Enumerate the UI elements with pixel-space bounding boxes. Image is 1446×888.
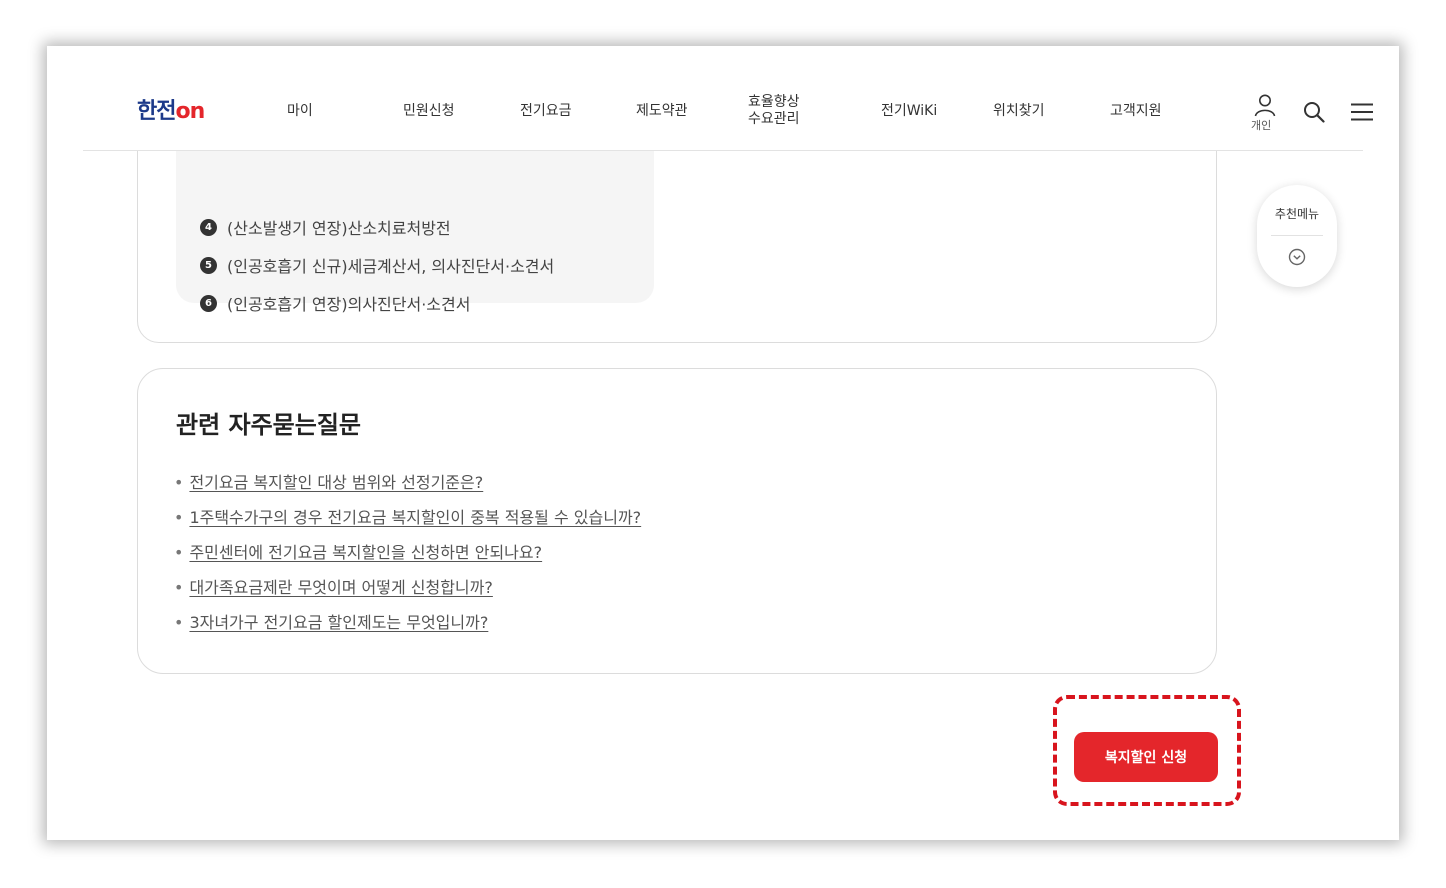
faq-item: • 1주택수가구의 경우 전기요금 복지할인이 중복 적용될 수 있습니까? (174, 504, 641, 528)
nav-item-location[interactable]: 위치찾기 (993, 103, 1045, 120)
user-icon[interactable] (1253, 93, 1277, 117)
hamburger-menu-icon[interactable] (1351, 103, 1373, 121)
nav-item-label-line1: 효율향상 (748, 94, 800, 110)
number-badge: 4 (200, 218, 217, 236)
document-text: (인공호흡기 연장)의사진단서·소견서 (227, 295, 471, 314)
bullet: • (174, 473, 184, 492)
nav-item-label-line2: 수요관리 (748, 111, 800, 127)
nav-item-terms[interactable]: 제도약관 (636, 103, 688, 120)
faq-item: • 주민센터에 전기요금 복지할인을 신청하면 안되나요? (174, 539, 542, 563)
number-badge: 6 (200, 294, 217, 312)
nav-item-support[interactable]: 고객지원 (1110, 103, 1162, 120)
search-icon[interactable] (1303, 101, 1325, 123)
nav-item-civil-request[interactable]: 민원신청 (403, 103, 455, 120)
faq-link[interactable]: 3자녀가구 전기요금 할인제도는 무엇입니까? (189, 613, 488, 632)
logo-text-on: on (175, 99, 205, 124)
faq-link[interactable]: 주민센터에 전기요금 복지할인을 신청하면 안되나요? (189, 543, 542, 562)
related-faq-card: 관련 자주묻는질문 • 전기요금 복지할인 대상 범위와 선정기준은? • 1주택수… (137, 368, 1217, 674)
document-text: (산소발생기 연장)산소치료처방전 (227, 219, 451, 238)
nav-item-my[interactable]: 마이 (287, 103, 313, 120)
faq-link[interactable]: 전기요금 복지할인 대상 범위와 선정기준은? (189, 473, 483, 492)
logo-text: 한전 (137, 99, 176, 124)
nav-item-wiki[interactable]: 전기WiKi (881, 103, 937, 120)
welfare-discount-apply-button[interactable]: 복지할인 신청 (1074, 732, 1218, 782)
faq-item: • 3자녀가구 전기요금 할인제도는 무엇입니까? (174, 609, 488, 633)
faq-item: • 대가족요금제란 무엇이며 어떻게 신청합니까? (174, 574, 493, 598)
site-header: 한전on 마이 민원신청 전기요금 제도약관 효율향상 수요관리 전기WiKi … (83, 46, 1373, 151)
logo[interactable]: 한전on (137, 99, 205, 125)
divider (1271, 235, 1323, 236)
list-item: 5 (인공호흡기 신규)세금계산서, 의사진단서·소견서 (200, 253, 554, 277)
bullet: • (174, 613, 184, 632)
document-text: (인공호흡기 신규)세금계산서, 의사진단서·소견서 (227, 257, 555, 276)
page-frame: 4 (산소발생기 연장)산소치료처방전 5 (인공호흡기 신규)세금계산서, 의… (47, 46, 1399, 840)
list-item: 6 (인공호흡기 연장)의사진단서·소견서 (200, 291, 470, 315)
nav-item-electric-fee[interactable]: 전기요금 (520, 103, 572, 120)
faq-link[interactable]: 대가족요금제란 무엇이며 어떻게 신청합니까? (189, 578, 492, 597)
bullet: • (174, 578, 184, 597)
recommended-menu-label: 추천메뉴 (1274, 207, 1320, 221)
number-badge: 5 (200, 256, 217, 274)
nav-item-efficiency[interactable]: 효율향상 수요관리 (748, 94, 800, 128)
list-item: 4 (산소발생기 연장)산소치료처방전 (200, 215, 451, 239)
chevron-down-circle-icon[interactable] (1287, 247, 1307, 271)
user-type-label: 개인 (1251, 119, 1272, 132)
recommended-menu-widget: 추천메뉴 (1257, 185, 1337, 287)
bullet: • (174, 543, 184, 562)
faq-title: 관련 자주묻는질문 (176, 411, 361, 439)
faq-item: • 전기요금 복지할인 대상 범위와 선정기준은? (174, 469, 483, 493)
faq-link[interactable]: 1주택수가구의 경우 전기요금 복지할인이 중복 적용될 수 있습니까? (189, 508, 641, 527)
bullet: • (174, 508, 184, 527)
